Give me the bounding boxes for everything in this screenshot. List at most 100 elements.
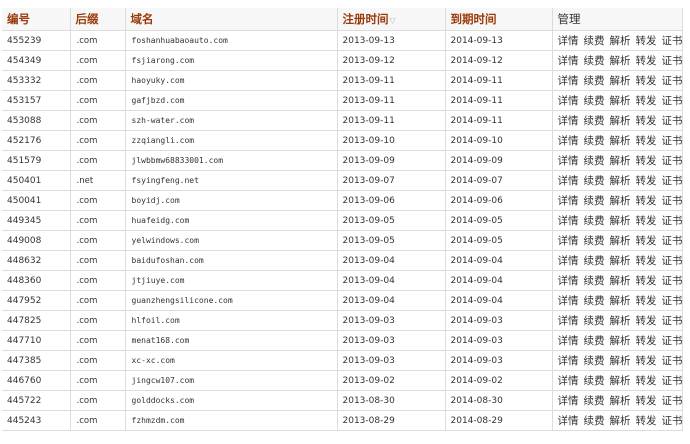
certificate-link[interactable]: 证书	[662, 295, 682, 307]
dns-link[interactable]: 解析	[610, 415, 631, 427]
dns-link[interactable]: 解析	[610, 55, 631, 67]
details-link[interactable]: 详情	[558, 215, 579, 227]
forward-link[interactable]: 转发	[636, 235, 657, 247]
renew-link[interactable]: 续费	[584, 315, 605, 327]
certificate-link[interactable]: 证书	[662, 195, 682, 207]
renew-link[interactable]: 续费	[584, 75, 605, 87]
renew-link[interactable]: 续费	[584, 195, 605, 207]
details-link[interactable]: 详情	[558, 335, 579, 347]
header-suffix[interactable]: 后缀	[70, 8, 126, 31]
details-link[interactable]: 详情	[558, 35, 579, 47]
dns-link[interactable]: 解析	[610, 115, 631, 127]
certificate-link[interactable]: 证书	[662, 255, 682, 267]
details-link[interactable]: 详情	[558, 95, 579, 107]
dns-link[interactable]: 解析	[610, 175, 631, 187]
dns-link[interactable]: 解析	[610, 375, 631, 387]
renew-link[interactable]: 续费	[584, 355, 605, 367]
dns-link[interactable]: 解析	[610, 335, 631, 347]
dns-link[interactable]: 解析	[610, 95, 631, 107]
renew-link[interactable]: 续费	[584, 295, 605, 307]
sort-down-icon[interactable]: ▽	[390, 16, 396, 25]
header-exp-date[interactable]: 到期时间	[445, 8, 553, 31]
dns-link[interactable]: 解析	[610, 155, 631, 167]
dns-link[interactable]: 解析	[610, 35, 631, 47]
forward-link[interactable]: 转发	[636, 255, 657, 267]
details-link[interactable]: 详情	[558, 135, 579, 147]
forward-link[interactable]: 转发	[636, 335, 657, 347]
renew-link[interactable]: 续费	[584, 35, 605, 47]
certificate-link[interactable]: 证书	[662, 375, 682, 387]
details-link[interactable]: 详情	[558, 295, 579, 307]
certificate-link[interactable]: 证书	[662, 355, 682, 367]
header-id[interactable]: 编号	[2, 8, 71, 31]
certificate-link[interactable]: 证书	[662, 155, 682, 167]
certificate-link[interactable]: 证书	[662, 35, 682, 47]
details-link[interactable]: 详情	[558, 275, 579, 287]
header-domain[interactable]: 域名	[125, 8, 338, 31]
details-link[interactable]: 详情	[558, 55, 579, 67]
dns-link[interactable]: 解析	[610, 255, 631, 267]
dns-link[interactable]: 解析	[610, 135, 631, 147]
details-link[interactable]: 详情	[558, 75, 579, 87]
details-link[interactable]: 详情	[558, 155, 579, 167]
certificate-link[interactable]: 证书	[662, 135, 682, 147]
details-link[interactable]: 详情	[558, 235, 579, 247]
details-link[interactable]: 详情	[558, 115, 579, 127]
certificate-link[interactable]: 证书	[662, 55, 682, 67]
details-link[interactable]: 详情	[558, 415, 579, 427]
renew-link[interactable]: 续费	[584, 135, 605, 147]
forward-link[interactable]: 转发	[636, 55, 657, 67]
forward-link[interactable]: 转发	[636, 275, 657, 287]
forward-link[interactable]: 转发	[636, 35, 657, 47]
renew-link[interactable]: 续费	[584, 55, 605, 67]
forward-link[interactable]: 转发	[636, 395, 657, 407]
forward-link[interactable]: 转发	[636, 195, 657, 207]
renew-link[interactable]: 续费	[584, 115, 605, 127]
certificate-link[interactable]: 证书	[662, 335, 682, 347]
dns-link[interactable]: 解析	[610, 275, 631, 287]
dns-link[interactable]: 解析	[610, 235, 631, 247]
details-link[interactable]: 详情	[558, 175, 579, 187]
forward-link[interactable]: 转发	[636, 175, 657, 187]
renew-link[interactable]: 续费	[584, 235, 605, 247]
renew-link[interactable]: 续费	[584, 255, 605, 267]
renew-link[interactable]: 续费	[584, 95, 605, 107]
certificate-link[interactable]: 证书	[662, 215, 682, 227]
certificate-link[interactable]: 证书	[662, 95, 682, 107]
header-reg-date[interactable]: 注册时间▽	[337, 8, 446, 31]
forward-link[interactable]: 转发	[636, 315, 657, 327]
forward-link[interactable]: 转发	[636, 215, 657, 227]
details-link[interactable]: 详情	[558, 355, 579, 367]
renew-link[interactable]: 续费	[584, 175, 605, 187]
forward-link[interactable]: 转发	[636, 155, 657, 167]
renew-link[interactable]: 续费	[584, 155, 605, 167]
certificate-link[interactable]: 证书	[662, 415, 682, 427]
details-link[interactable]: 详情	[558, 255, 579, 267]
forward-link[interactable]: 转发	[636, 115, 657, 127]
renew-link[interactable]: 续费	[584, 375, 605, 387]
certificate-link[interactable]: 证书	[662, 315, 682, 327]
forward-link[interactable]: 转发	[636, 375, 657, 387]
renew-link[interactable]: 续费	[584, 415, 605, 427]
dns-link[interactable]: 解析	[610, 295, 631, 307]
dns-link[interactable]: 解析	[610, 395, 631, 407]
forward-link[interactable]: 转发	[636, 295, 657, 307]
certificate-link[interactable]: 证书	[662, 175, 682, 187]
details-link[interactable]: 详情	[558, 315, 579, 327]
certificate-link[interactable]: 证书	[662, 395, 682, 407]
forward-link[interactable]: 转发	[636, 95, 657, 107]
dns-link[interactable]: 解析	[610, 75, 631, 87]
forward-link[interactable]: 转发	[636, 355, 657, 367]
certificate-link[interactable]: 证书	[662, 75, 682, 87]
details-link[interactable]: 详情	[558, 375, 579, 387]
dns-link[interactable]: 解析	[610, 195, 631, 207]
dns-link[interactable]: 解析	[610, 355, 631, 367]
renew-link[interactable]: 续费	[584, 335, 605, 347]
dns-link[interactable]: 解析	[610, 215, 631, 227]
certificate-link[interactable]: 证书	[662, 275, 682, 287]
details-link[interactable]: 详情	[558, 395, 579, 407]
dns-link[interactable]: 解析	[610, 315, 631, 327]
certificate-link[interactable]: 证书	[662, 115, 682, 127]
renew-link[interactable]: 续费	[584, 395, 605, 407]
details-link[interactable]: 详情	[558, 195, 579, 207]
